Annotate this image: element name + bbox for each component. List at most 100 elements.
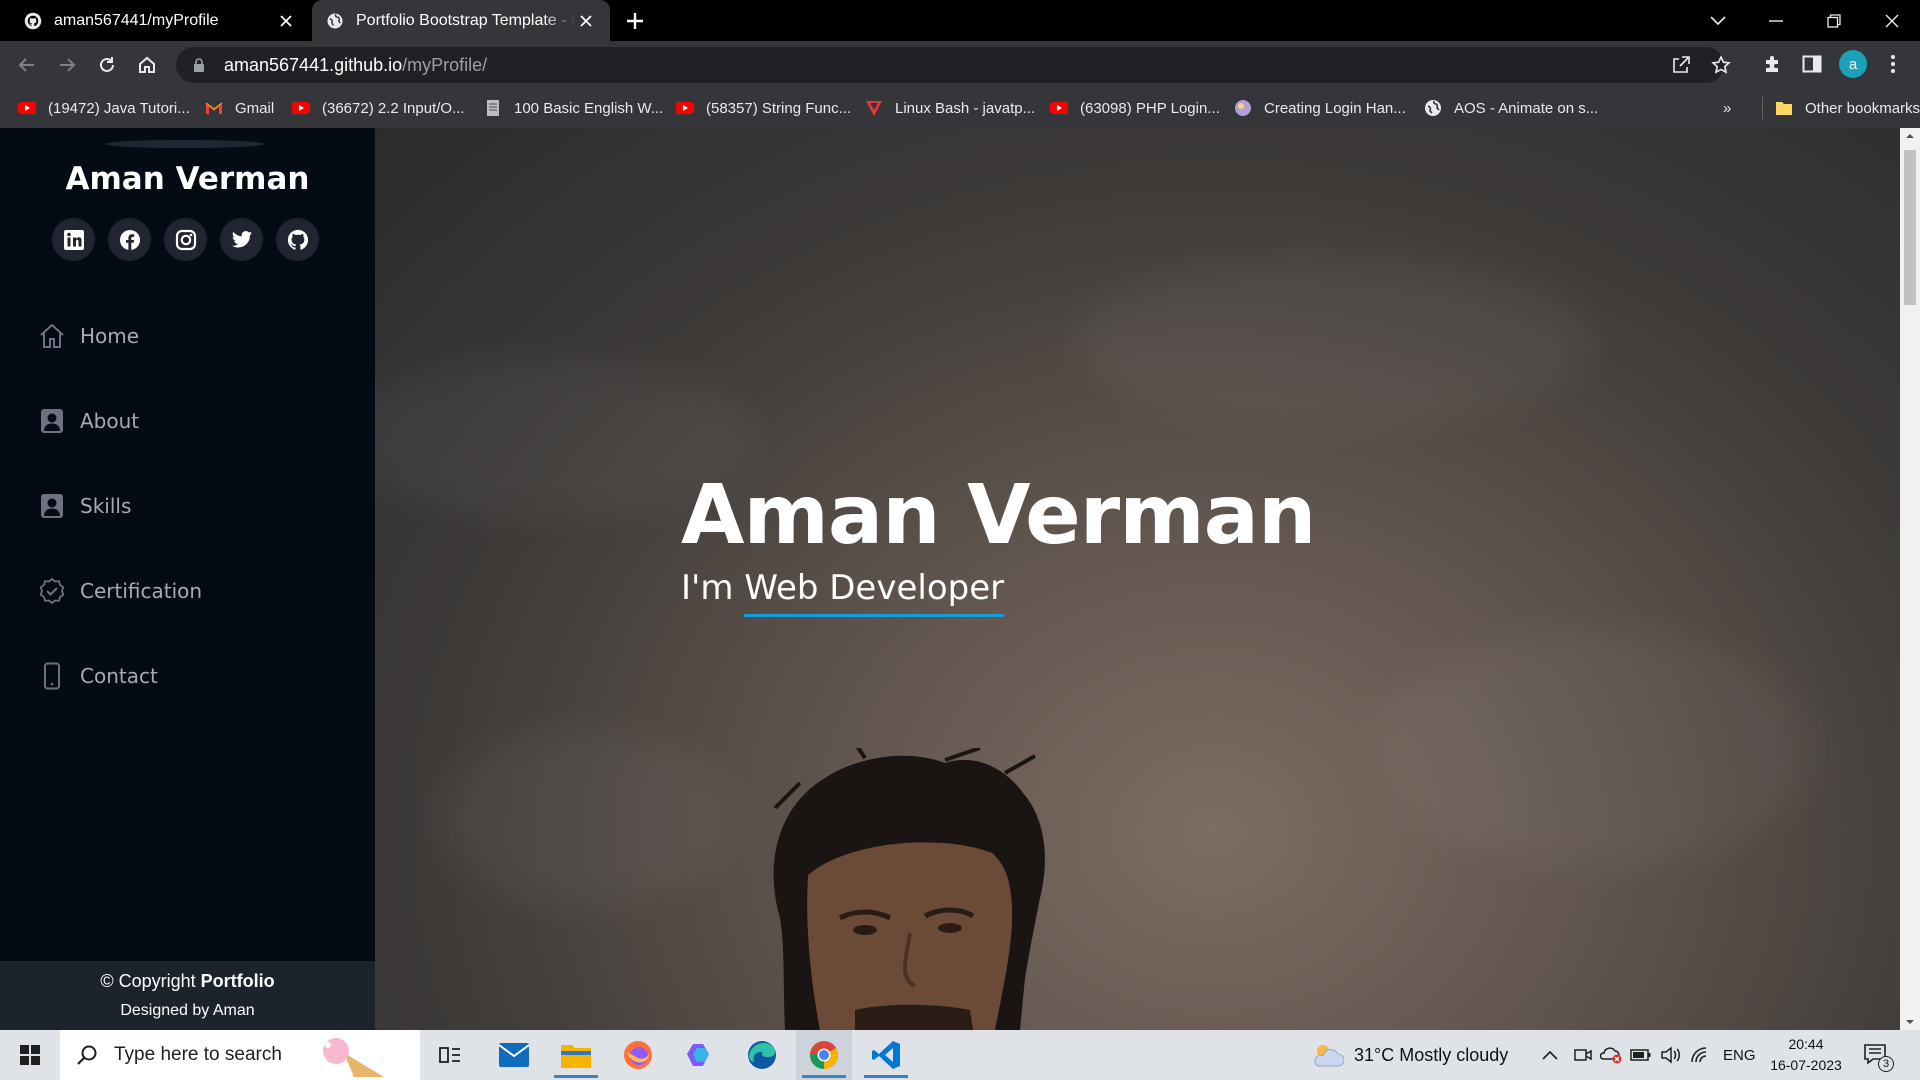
- battery-icon[interactable]: [1630, 1030, 1652, 1080]
- web-page: Aman Verman Home About Skills Certificat…: [0, 128, 1920, 1030]
- bookmark-item[interactable]: 100 Basic English W...: [484, 97, 663, 119]
- task-view-icon[interactable]: [422, 1030, 478, 1080]
- back-button[interactable]: [12, 50, 42, 80]
- scrollbar-thumb[interactable]: [1904, 150, 1916, 305]
- folder-icon: [1776, 102, 1792, 115]
- bookmark-item[interactable]: (19472) Java Tutori...: [18, 97, 190, 119]
- site-icon: [1235, 100, 1251, 116]
- nav-item-about[interactable]: About: [38, 378, 202, 463]
- extensions-puzzle-icon[interactable]: [1757, 49, 1787, 79]
- notifications-button[interactable]: 3: [1864, 1030, 1894, 1080]
- weather-widget[interactable]: 31°C Mostly cloudy: [1310, 1030, 1508, 1080]
- instagram-icon[interactable]: [164, 218, 207, 261]
- reload-button[interactable]: [92, 50, 122, 80]
- profile-image: [105, 140, 265, 148]
- nav-label: About: [80, 408, 140, 433]
- tab-search-chevron-icon[interactable]: [1690, 0, 1746, 41]
- more-bookmarks-button[interactable]: »: [1723, 97, 1731, 119]
- bookmark-star-icon[interactable]: [1708, 52, 1734, 78]
- onedrive-error-icon[interactable]: [1600, 1030, 1622, 1080]
- weather-text: 31°C Mostly cloudy: [1354, 1044, 1509, 1065]
- bookmark-item[interactable]: (36672) 2.2 Input/O...: [292, 97, 465, 119]
- close-tab-icon[interactable]: [576, 11, 596, 31]
- nav-item-contact[interactable]: Contact: [38, 633, 202, 718]
- globe-icon: [327, 13, 343, 28]
- new-tab-button[interactable]: [622, 8, 648, 34]
- tab-title: Portfolio Bootstrap Template - Index: [356, 11, 576, 29]
- github-icon: [24, 12, 42, 29]
- linkedin-icon[interactable]: [52, 218, 95, 261]
- facebook-icon[interactable]: [108, 218, 151, 261]
- bookmark-item[interactable]: Creating Login Han...: [1234, 97, 1406, 119]
- search-placeholder: Type here to search: [114, 1044, 282, 1065]
- clock-time: 20:44: [1788, 1036, 1824, 1052]
- other-bookmarks-folder[interactable]: Other bookmarks: [1762, 97, 1920, 119]
- bookmark-label: (63098) PHP Login...: [1080, 99, 1220, 117]
- nav-item-home[interactable]: Home: [38, 293, 202, 378]
- bookmark-label: Other bookmarks: [1805, 99, 1920, 117]
- side-panel-icon[interactable]: [1797, 49, 1827, 79]
- hero-title: Aman Verman: [681, 468, 1316, 563]
- hero-subtitle-prefix: I'm: [681, 568, 745, 608]
- bookmark-item[interactable]: Gmail: [205, 97, 274, 119]
- twitter-icon[interactable]: [220, 218, 263, 261]
- scroll-down-icon[interactable]: [1900, 1014, 1920, 1030]
- nav-item-skills[interactable]: Skills: [38, 463, 202, 548]
- bookmark-item[interactable]: (63098) PHP Login...: [1050, 97, 1220, 119]
- url-host: aman567441.github.io: [224, 54, 403, 75]
- url-text: aman567441.github.io/myProfile/: [224, 55, 487, 76]
- home-button[interactable]: [132, 50, 162, 80]
- copyright-brand: Portfolio: [200, 971, 275, 991]
- document-icon: [487, 100, 499, 116]
- bookmark-label: (19472) Java Tutori...: [48, 99, 190, 117]
- kebab-menu-icon[interactable]: [1878, 49, 1908, 79]
- restore-button[interactable]: [1806, 0, 1862, 41]
- bookmark-item[interactable]: AOS - Animate on s...: [1424, 97, 1598, 119]
- gmail-icon: [205, 102, 223, 114]
- ice-cream-icon: [323, 1038, 384, 1077]
- bookmarks-bar: (19472) Java Tutori... Gmail (36672) 2.2…: [0, 89, 1920, 128]
- hero-typed-text: Web Developer: [744, 568, 1005, 617]
- show-hidden-icons-chevron[interactable]: [1542, 1030, 1558, 1080]
- nav-item-certification[interactable]: Certification: [38, 548, 202, 633]
- browser-tab-active[interactable]: Portfolio Bootstrap Template - Index: [312, 0, 610, 41]
- file-explorer-icon[interactable]: [548, 1030, 604, 1080]
- github-icon[interactable]: [276, 218, 319, 261]
- taskbar-search-box[interactable]: Type here to search: [60, 1030, 420, 1080]
- volume-icon[interactable]: [1660, 1030, 1682, 1080]
- meet-now-icon[interactable]: [1574, 1030, 1592, 1080]
- minimize-button[interactable]: [1748, 0, 1804, 41]
- close-tab-icon[interactable]: [276, 11, 296, 31]
- browser-tab-strip: aman567441/myProfile Portfolio Bootstrap…: [0, 0, 1920, 41]
- mail-app-icon[interactable]: [486, 1030, 542, 1080]
- bookmark-label: Linux Bash - javatp...: [895, 99, 1036, 117]
- scroll-up-icon[interactable]: [1900, 128, 1920, 144]
- windows-taskbar: Type here to search 31°C Mostly cloudy E…: [0, 1030, 1920, 1080]
- url-path: /myProfile/: [402, 54, 488, 75]
- taskbar-clock[interactable]: 20:44 16-07-2023: [1766, 1034, 1846, 1076]
- profile-avatar[interactable]: a: [1839, 50, 1867, 78]
- firefox-icon[interactable]: [610, 1030, 666, 1080]
- bookmark-item[interactable]: (58357) String Func...: [676, 97, 851, 119]
- close-window-button[interactable]: [1864, 0, 1920, 41]
- bookmark-label: Gmail: [235, 99, 275, 117]
- copilot-app-icon[interactable]: [672, 1030, 728, 1080]
- copyright-prefix: © Copyright: [100, 971, 201, 991]
- language-indicator[interactable]: ENG: [1723, 1030, 1756, 1080]
- check-badge-icon: [39, 577, 65, 604]
- sidebar-footer: © Copyright Portfolio Designed by Aman: [0, 961, 375, 1030]
- forward-button[interactable]: [52, 50, 82, 80]
- person-icon: [41, 408, 63, 433]
- edge-icon[interactable]: [734, 1030, 790, 1080]
- chrome-icon[interactable]: [796, 1030, 852, 1080]
- wifi-icon[interactable]: [1690, 1030, 1712, 1080]
- page-scrollbar[interactable]: [1900, 128, 1920, 1030]
- bookmark-item[interactable]: Linux Bash - javatp...: [865, 97, 1035, 119]
- credits-text: Designed by Aman: [120, 1002, 255, 1019]
- windows-start-icon[interactable]: [0, 1030, 60, 1080]
- browser-tab[interactable]: aman567441/myProfile: [10, 0, 310, 41]
- hero-section: Aman Verman I'm Web Developer: [375, 128, 1900, 1030]
- vscode-icon[interactable]: [858, 1030, 914, 1080]
- share-icon[interactable]: [1668, 52, 1694, 78]
- address-bar[interactable]: aman567441.github.io/myProfile/: [176, 47, 1731, 83]
